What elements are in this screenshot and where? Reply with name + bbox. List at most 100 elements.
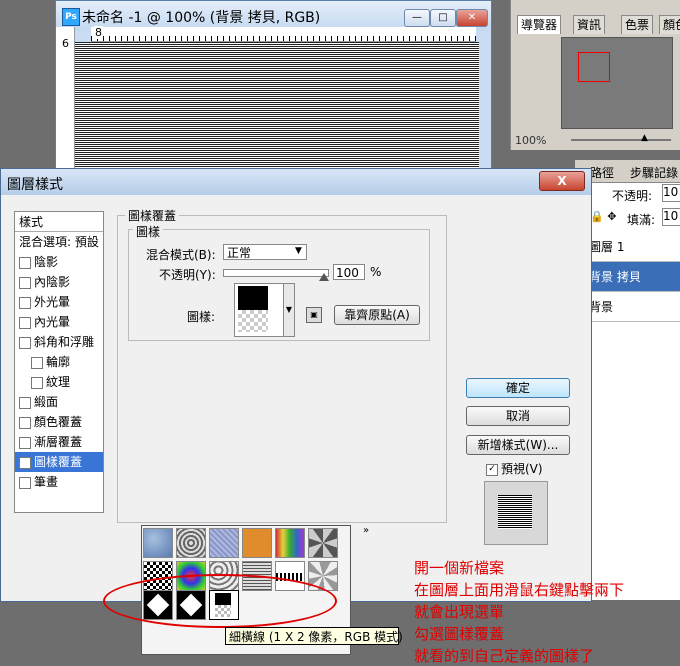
- checkbox-icon[interactable]: [31, 376, 43, 389]
- style-item-label: 筆畫: [34, 475, 59, 489]
- tab-info[interactable]: 資訊: [573, 15, 606, 34]
- annotation-ellipse: [103, 574, 337, 628]
- pattern-tooltip: 細橫線 (1 X 2 像素，RGB 模式): [225, 627, 403, 645]
- checkbox-icon[interactable]: ✓: [486, 463, 498, 476]
- chevron-right-icon[interactable]: »: [363, 525, 369, 536]
- layer-opacity-input[interactable]: 10: [662, 184, 680, 202]
- cancel-button[interactable]: 取消: [466, 406, 570, 426]
- checkbox-icon[interactable]: [19, 436, 31, 449]
- blend-mode-label: 混合模式(B):: [146, 248, 216, 262]
- ok-button[interactable]: 確定: [466, 378, 570, 398]
- layer-style-dialog: 圖層樣式 X 樣式 混合選項: 預設陰影內陰影外光暈內光暈斜角和浮雕輪廓紋理緞面…: [0, 168, 624, 665]
- pattern-tile[interactable]: [308, 528, 338, 558]
- style-item-label: 內光暈: [34, 315, 71, 329]
- pattern-tile[interactable]: [176, 528, 206, 558]
- style-item[interactable]: 陰影: [15, 252, 103, 272]
- annotation-note: 就看的到自己定義的圖樣了: [414, 647, 595, 665]
- tab-paths[interactable]: 路徑: [590, 164, 614, 181]
- dropdown-arrow-icon[interactable]: ▼: [295, 246, 302, 256]
- tab-history[interactable]: 步驟記錄: [630, 164, 678, 181]
- style-item[interactable]: 筆畫: [15, 472, 103, 492]
- close-button[interactable]: ✕: [456, 9, 488, 27]
- layer-fill-input[interactable]: 10: [662, 208, 680, 226]
- tab-navigator[interactable]: 導覽器: [517, 15, 562, 34]
- style-item-label: 圖樣覆蓋: [34, 455, 83, 469]
- style-item[interactable]: 紋理: [15, 372, 103, 392]
- new-style-button[interactable]: 新增樣式(W)...: [466, 435, 570, 455]
- style-item[interactable]: 內陰影: [15, 272, 103, 292]
- style-list-header: 樣式: [15, 212, 103, 232]
- opacity-unit: %: [370, 265, 382, 279]
- zoom-slider-thumb[interactable]: ▲: [641, 133, 648, 143]
- ruler-top-label: 8: [94, 26, 103, 39]
- preview-checkbox[interactable]: ✓ 預視(V): [486, 460, 543, 477]
- checkbox-icon[interactable]: [19, 336, 31, 349]
- style-item[interactable]: 緞面: [15, 392, 103, 412]
- pattern-swatch-transparent: [238, 310, 268, 332]
- style-item-label: 紋理: [46, 375, 71, 389]
- pattern-tile[interactable]: [209, 528, 239, 558]
- style-item[interactable]: 顏色覆蓋: [15, 412, 103, 432]
- group-title: 圖樣覆蓋: [125, 207, 180, 224]
- checkbox-icon[interactable]: [19, 416, 31, 429]
- dialog-close-button[interactable]: X: [539, 171, 585, 191]
- style-item-label: 顏色覆蓋: [34, 415, 83, 429]
- checkbox-icon[interactable]: [19, 476, 31, 489]
- zoom-slider[interactable]: [571, 139, 671, 141]
- annotation-note: 在圖層上面用滑鼠右鍵點擊兩下: [414, 581, 625, 599]
- style-item[interactable]: 漸層覆蓋: [15, 432, 103, 452]
- layer-opacity-label: 不透明:: [612, 189, 653, 203]
- checkbox-icon[interactable]: [31, 356, 43, 369]
- opacity-slider-thumb[interactable]: [319, 273, 329, 281]
- style-preview-swatch: [498, 495, 532, 529]
- style-item-label: 混合選項: 預設: [19, 235, 99, 249]
- annotation-note: 開一個新檔案: [414, 559, 505, 577]
- style-item[interactable]: 混合選項: 預設: [15, 232, 103, 252]
- style-list: 樣式 混合選項: 預設陰影內陰影外光暈內光暈斜角和浮雕輪廓紋理緞面顏色覆蓋漸層覆…: [14, 211, 104, 513]
- subgroup-title: 圖樣: [133, 223, 164, 240]
- lock-icon[interactable]: 🔒 ✥: [590, 210, 616, 223]
- document-title: 未命名 -1 @ 100% (背景 拷貝, RGB): [82, 10, 321, 26]
- style-item-label: 輪廓: [46, 355, 71, 369]
- minimize-button[interactable]: —: [404, 9, 430, 27]
- dialog-title: 圖層樣式: [7, 177, 63, 193]
- style-item-label: 斜角和浮雕: [34, 335, 95, 349]
- style-item[interactable]: 斜角和浮雕: [15, 332, 103, 352]
- new-preset-button[interactable]: ▣: [306, 307, 322, 323]
- style-item-label: 漸層覆蓋: [34, 435, 83, 449]
- annotation-note: 勾選圖樣覆蓋: [414, 625, 505, 643]
- opacity-slider[interactable]: [223, 269, 329, 277]
- checkbox-icon[interactable]: [19, 396, 31, 409]
- navigator-preview[interactable]: [561, 37, 673, 129]
- ruler-horizontal[interactable]: [91, 27, 476, 42]
- navigator-zoom[interactable]: 100%: [515, 134, 546, 147]
- checkbox-icon[interactable]: ✓: [19, 456, 31, 469]
- tab-color[interactable]: 顏色: [659, 15, 680, 34]
- snap-to-origin-button[interactable]: 靠齊原點(A): [334, 305, 420, 325]
- tab-swatches[interactable]: 色票: [621, 15, 654, 34]
- style-item[interactable]: 內光暈: [15, 312, 103, 332]
- opacity-input[interactable]: 100: [333, 264, 365, 280]
- style-item-label: 陰影: [34, 255, 59, 269]
- checkbox-icon[interactable]: [19, 276, 31, 289]
- pattern-label: 圖樣:: [187, 310, 216, 324]
- document-window: Ps 未命名 -1 @ 100% (背景 拷貝, RGB) — □ ✕ 8 6: [55, 0, 492, 172]
- style-item[interactable]: 輪廓: [15, 352, 103, 372]
- pattern-swatch-black: [238, 286, 268, 310]
- pattern-tile[interactable]: [275, 528, 305, 558]
- style-item-label: 緞面: [34, 395, 59, 409]
- annotation-note: 就會出現選單: [414, 603, 505, 621]
- checkbox-icon[interactable]: [19, 256, 31, 269]
- dialog-titlebar[interactable]: [1, 169, 591, 195]
- checkbox-icon[interactable]: [19, 316, 31, 329]
- maximize-button[interactable]: □: [430, 9, 456, 27]
- dropdown-arrow-icon[interactable]: ▼: [283, 283, 295, 337]
- navigator-view-box[interactable]: [578, 52, 610, 82]
- pattern-tile[interactable]: [242, 528, 272, 558]
- pattern-tile[interactable]: [143, 528, 173, 558]
- style-item-label: 外光暈: [34, 295, 71, 309]
- style-item[interactable]: ✓ 圖樣覆蓋: [15, 452, 103, 472]
- style-item[interactable]: 外光暈: [15, 292, 103, 312]
- checkbox-icon[interactable]: [19, 296, 31, 309]
- document-canvas[interactable]: [75, 42, 479, 171]
